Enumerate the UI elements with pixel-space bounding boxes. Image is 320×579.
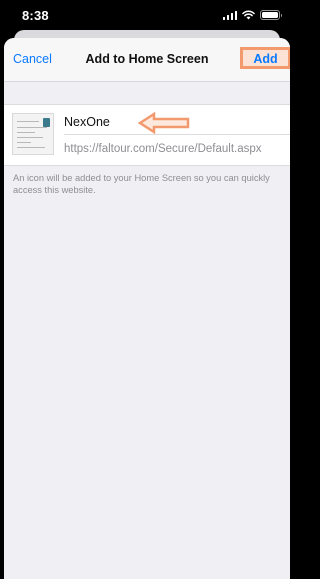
add-button-highlight: Add (240, 47, 290, 69)
cellular-signal-icon (222, 10, 237, 20)
shortcut-name-value: NexOne (64, 115, 110, 129)
shortcut-url: https://faltour.com/Secure/Default.aspx (64, 143, 262, 155)
status-icons (222, 10, 282, 20)
add-button[interactable]: Add (243, 52, 288, 66)
navigation-bar: Cancel Add to Home Screen Add (4, 38, 290, 82)
status-bar: 8:38 (0, 0, 294, 30)
battery-icon (260, 10, 282, 20)
left-arrow-icon (138, 112, 190, 134)
website-thumbnail (12, 113, 54, 155)
wifi-icon (242, 10, 255, 20)
add-to-home-screen-sheet: Cancel Add to Home Screen Add NexOne htt… (4, 38, 290, 579)
status-time: 8:38 (22, 8, 49, 23)
cancel-button[interactable]: Cancel (13, 52, 52, 66)
description-text: An icon will be added to your Home Scree… (13, 173, 270, 195)
